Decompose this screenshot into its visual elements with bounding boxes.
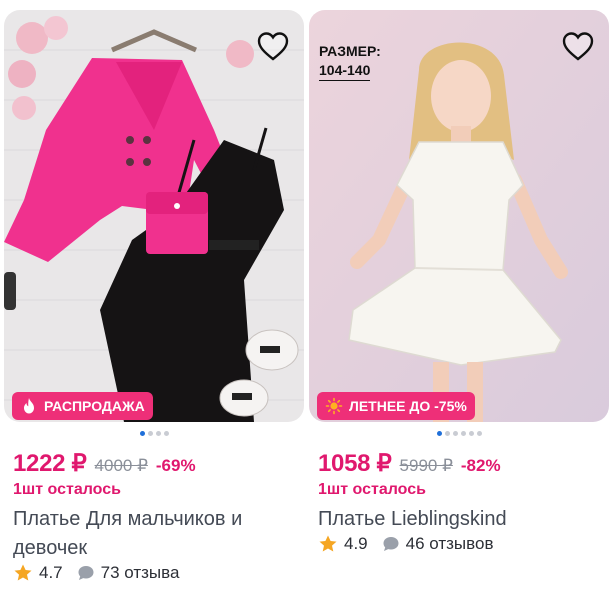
promo-badge: ЛЕТНЕЕ ДО -75% bbox=[317, 392, 475, 420]
chat-bubble-icon bbox=[383, 537, 399, 551]
pager-dot bbox=[147, 431, 153, 436]
product-name[interactable]: Платье Lieblingskind bbox=[318, 505, 603, 534]
image-pager bbox=[309, 431, 609, 439]
old-price: 4000 ₽ bbox=[94, 456, 148, 475]
rating-row[interactable]: 4.9 46 отзывов bbox=[318, 534, 493, 554]
pager-dot bbox=[155, 431, 161, 436]
product-image[interactable] bbox=[4, 10, 304, 422]
pager-dot bbox=[139, 431, 145, 436]
pager-dot bbox=[163, 431, 169, 436]
rating-row[interactable]: 4.7 73 отзыва bbox=[13, 563, 179, 583]
heart-outline-icon[interactable] bbox=[561, 30, 595, 64]
sale-badge: РАСПРОДАЖА bbox=[12, 392, 153, 420]
reviews-count: 73 отзыва bbox=[100, 563, 180, 582]
rating-value: 4.7 bbox=[39, 563, 63, 582]
reviews-count: 46 отзывов bbox=[405, 534, 494, 553]
size-title: РАЗМЕР: bbox=[319, 43, 381, 59]
pager-dot bbox=[460, 431, 466, 436]
stock-left: 1шт осталось bbox=[318, 481, 426, 498]
size-label: РАЗМЕР: 104-140 bbox=[319, 42, 381, 81]
current-price: 1222 ₽ bbox=[13, 450, 87, 477]
star-icon bbox=[319, 535, 337, 552]
stock-left: 1шт осталось bbox=[13, 481, 121, 498]
price-row: 1222 ₽ 4000 ₽ -69% bbox=[13, 449, 196, 478]
pager-dot bbox=[476, 431, 482, 436]
old-price: 5990 ₽ bbox=[399, 456, 453, 475]
badge-label: РАСПРОДАЖА bbox=[44, 398, 145, 414]
product-card[interactable]: РАСПРОДАЖА 1222 ₽ 4000 ₽ -69% 1шт остало… bbox=[4, 0, 304, 600]
size-range: 104-140 bbox=[319, 61, 371, 81]
product-card[interactable]: РАЗМЕР: 104-140 ЛЕТНЕЕ ДО -75% 1058 ₽ 59… bbox=[309, 0, 609, 600]
pager-dot bbox=[468, 431, 474, 436]
product-name[interactable]: Платье Для мальчиков и девочек bbox=[13, 505, 298, 563]
pager-dot bbox=[452, 431, 458, 436]
pager-dot bbox=[444, 431, 450, 436]
current-price: 1058 ₽ bbox=[318, 450, 392, 477]
star-icon bbox=[14, 564, 32, 581]
badge-label: ЛЕТНЕЕ ДО -75% bbox=[349, 398, 467, 414]
price-row: 1058 ₽ 5990 ₽ -82% bbox=[318, 449, 501, 478]
pager-dot bbox=[436, 431, 442, 436]
discount: -69% bbox=[155, 456, 196, 475]
sun-icon bbox=[325, 397, 343, 415]
fire-icon bbox=[24, 398, 34, 414]
image-pager bbox=[4, 431, 304, 439]
discount: -82% bbox=[460, 456, 501, 475]
rating-value: 4.9 bbox=[344, 534, 368, 553]
heart-outline-icon[interactable] bbox=[256, 30, 290, 64]
chat-bubble-icon bbox=[78, 566, 94, 580]
